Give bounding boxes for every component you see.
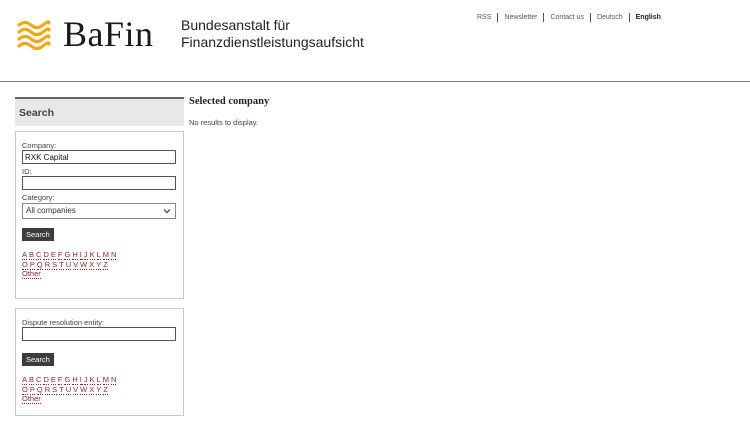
letter-link-i[interactable]: I bbox=[79, 375, 82, 385]
letter-link-z[interactable]: Z bbox=[103, 259, 108, 270]
letter-link-l[interactable]: L bbox=[96, 375, 101, 385]
letter-link-f[interactable]: F bbox=[57, 375, 63, 385]
alphabet-row-2: OPQRSTUVWXYZ bbox=[22, 259, 177, 270]
letter-link-n[interactable]: N bbox=[111, 375, 117, 385]
letter-link-l[interactable]: L bbox=[96, 250, 101, 260]
dispute-search-button[interactable]: Search bbox=[22, 353, 54, 366]
letter-link-m[interactable]: M bbox=[102, 375, 110, 385]
section-title: Selected company bbox=[189, 96, 270, 107]
bafin-wave-icon bbox=[17, 20, 51, 50]
letter-link-t[interactable]: T bbox=[59, 259, 64, 270]
nav-link-contact[interactable]: Contact us bbox=[543, 13, 589, 22]
letter-link-i[interactable]: I bbox=[79, 250, 82, 260]
letter-link-t[interactable]: T bbox=[59, 384, 64, 395]
letter-link-w[interactable]: W bbox=[80, 259, 88, 270]
letter-link-w[interactable]: W bbox=[80, 384, 88, 395]
alphabet-index: ABCDEFGHIJKLMN OPQRSTUVWXYZ Other bbox=[22, 250, 177, 279]
alphabet-index-dispute: ABCDEFGHIJKLMN OPQRSTUVWXYZ Other bbox=[22, 375, 177, 404]
letter-link-c[interactable]: C bbox=[36, 375, 42, 385]
bafin-logo[interactable]: BaFin bbox=[17, 14, 154, 54]
alphabet-row-1: ABCDEFGHIJKLMN bbox=[22, 375, 177, 385]
id-label: ID: bbox=[22, 167, 32, 176]
logo-text: BaFin bbox=[63, 14, 154, 54]
letter-link-x[interactable]: X bbox=[89, 259, 95, 270]
letter-link-g[interactable]: G bbox=[64, 375, 71, 385]
letter-link-e[interactable]: E bbox=[50, 250, 56, 260]
category-select[interactable]: All companies bbox=[22, 203, 176, 219]
letter-link-s[interactable]: S bbox=[52, 384, 58, 395]
page-header: BaFin Bundesanstalt für Finanzdienstleis… bbox=[0, 0, 750, 82]
alphabet-row-2: OPQRSTUVWXYZ bbox=[22, 384, 177, 395]
letter-link-r[interactable]: R bbox=[44, 384, 51, 395]
letter-link-d[interactable]: D bbox=[43, 250, 49, 260]
letter-link-u[interactable]: U bbox=[65, 259, 72, 270]
category-label: Category: bbox=[22, 193, 55, 202]
nav-link-rss[interactable]: RSS bbox=[477, 13, 497, 22]
letter-link-j[interactable]: J bbox=[83, 375, 88, 385]
letter-other-link[interactable]: Other bbox=[22, 269, 41, 279]
letter-link-k[interactable]: K bbox=[89, 250, 95, 260]
letter-link-n[interactable]: N bbox=[111, 250, 117, 260]
top-navigation: RSS Newsletter Contact us Deutsch Englis… bbox=[477, 13, 667, 22]
letter-link-y[interactable]: Y bbox=[96, 384, 102, 395]
letter-link-h[interactable]: H bbox=[72, 250, 78, 260]
letter-link-u[interactable]: U bbox=[65, 384, 72, 395]
empty-results-message: No results to display. bbox=[189, 118, 259, 127]
nav-link-deutsch[interactable]: Deutsch bbox=[589, 13, 629, 22]
letter-link-p[interactable]: P bbox=[29, 259, 35, 270]
letter-link-q[interactable]: Q bbox=[36, 384, 43, 395]
agency-name: Bundesanstalt für Finanzdienstleistungsa… bbox=[181, 17, 364, 51]
search-sidebar: Search Company: ID: Category: All compan… bbox=[15, 97, 184, 416]
search-heading: Search bbox=[15, 97, 184, 126]
letter-link-p[interactable]: P bbox=[29, 384, 35, 395]
dispute-label: Dispute resolution entity: bbox=[22, 318, 105, 327]
letter-link-k[interactable]: K bbox=[89, 375, 95, 385]
company-label: Company: bbox=[22, 141, 57, 150]
letter-link-d[interactable]: D bbox=[43, 375, 49, 385]
letter-link-v[interactable]: V bbox=[73, 384, 79, 395]
alphabet-row-1: ABCDEFGHIJKLMN bbox=[22, 250, 177, 260]
letter-link-a[interactable]: A bbox=[22, 250, 28, 260]
chevron-down-icon bbox=[163, 209, 171, 214]
company-search-panel: Company: ID: Category: All companies Sea… bbox=[15, 131, 184, 299]
nav-link-english[interactable]: English bbox=[628, 13, 667, 22]
dispute-search-panel: Dispute resolution entity: Search ABCDEF… bbox=[15, 308, 184, 416]
agency-name-line2: Finanzdienstleistungsaufsicht bbox=[181, 34, 364, 50]
letter-link-c[interactable]: C bbox=[36, 250, 42, 260]
dispute-input[interactable] bbox=[22, 327, 176, 341]
letter-link-o[interactable]: O bbox=[22, 384, 28, 395]
letter-link-r[interactable]: R bbox=[44, 259, 51, 270]
letter-link-z[interactable]: Z bbox=[103, 384, 108, 395]
letter-link-b[interactable]: B bbox=[29, 250, 35, 260]
agency-name-line1: Bundesanstalt für bbox=[181, 17, 290, 33]
letter-other-link[interactable]: Other bbox=[22, 394, 41, 404]
letter-link-s[interactable]: S bbox=[52, 259, 58, 270]
letter-link-g[interactable]: G bbox=[64, 250, 71, 260]
letter-link-m[interactable]: M bbox=[102, 250, 110, 260]
category-select-value: All companies bbox=[26, 206, 76, 215]
letter-link-v[interactable]: V bbox=[73, 259, 79, 270]
id-input[interactable] bbox=[22, 176, 176, 190]
company-search-button[interactable]: Search bbox=[22, 228, 54, 241]
letter-link-q[interactable]: Q bbox=[36, 259, 43, 270]
letter-link-h[interactable]: H bbox=[72, 375, 78, 385]
letter-link-x[interactable]: X bbox=[89, 384, 95, 395]
nav-link-newsletter[interactable]: Newsletter bbox=[497, 13, 543, 22]
letter-link-a[interactable]: A bbox=[22, 375, 28, 385]
letter-link-y[interactable]: Y bbox=[96, 259, 102, 270]
main-content: Selected company No results to display. bbox=[189, 96, 269, 127]
letter-link-e[interactable]: E bbox=[50, 375, 56, 385]
letter-link-o[interactable]: O bbox=[22, 259, 28, 270]
letter-link-f[interactable]: F bbox=[57, 250, 63, 260]
letter-link-b[interactable]: B bbox=[29, 375, 35, 385]
letter-link-j[interactable]: J bbox=[83, 250, 88, 260]
company-input[interactable] bbox=[22, 150, 176, 164]
